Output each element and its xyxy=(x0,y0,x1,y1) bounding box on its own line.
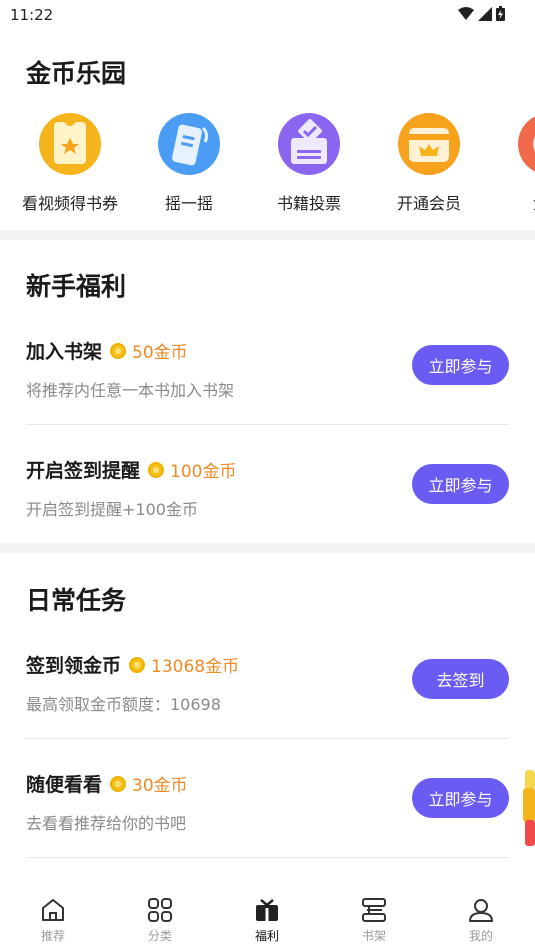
wifi-icon xyxy=(458,6,474,20)
feature-watch-video[interactable]: 看视频得书券 xyxy=(10,112,130,212)
section-divider xyxy=(0,230,535,240)
grid-icon xyxy=(148,898,172,922)
battery-icon xyxy=(496,6,505,21)
floating-reward-badge[interactable] xyxy=(523,770,535,848)
vip-card-icon xyxy=(397,112,461,176)
feature-row: 看视频得书券 摇一摇 书籍投票 开通会员 xyxy=(0,112,535,212)
page-title: 金币乐园 xyxy=(26,59,127,88)
tab-welfare[interactable]: 福利 xyxy=(237,896,297,944)
gift-icon xyxy=(256,899,278,921)
join-button[interactable]: 立即参与 xyxy=(412,464,509,504)
bookshelf-icon xyxy=(362,898,386,922)
home-icon xyxy=(42,899,64,921)
join-button[interactable]: 立即参与 xyxy=(412,345,509,385)
row-divider xyxy=(26,857,509,858)
task-reward: 100金币 xyxy=(170,462,237,482)
feature-vote[interactable]: 书籍投票 xyxy=(249,112,369,212)
coin-icon xyxy=(517,112,535,176)
user-icon xyxy=(469,899,493,922)
task-add-bookshelf: 加入书架 50金币 将推荐内任意一本书加入书架 立即参与 xyxy=(26,335,509,425)
row-divider xyxy=(26,424,509,425)
task-title-row: 随便看看 30金币 xyxy=(26,770,188,797)
task-checkin: 签到领金币 13068金币 最高领取金币额度：10698 去签到 xyxy=(26,649,509,739)
task-description: 最高领取金币额度：10698 xyxy=(26,695,221,714)
ticket-icon xyxy=(38,112,102,176)
task-signin-reminder: 开启签到提醒 100金币 开启签到提醒+100金币 立即参与 xyxy=(26,454,509,544)
task-description: 去看看推荐给你的书吧 xyxy=(26,814,187,833)
task-title: 随便看看 xyxy=(26,774,103,796)
feature-label: 书籍投票 xyxy=(276,194,341,212)
feature-vip[interactable]: 开通会员 xyxy=(369,112,489,212)
bottom-tab-bar: 推荐 分类 福利 书架 我的 xyxy=(0,884,535,951)
task-title-row: 加入书架 50金币 xyxy=(26,337,188,364)
tab-bookshelf[interactable]: 书架 xyxy=(344,896,404,944)
signal-icon xyxy=(478,6,492,21)
daily-section-title: 日常任务 xyxy=(26,586,127,615)
row-divider xyxy=(26,738,509,739)
feature-shake[interactable]: 摇一摇 xyxy=(129,112,249,212)
tab-label: 书架 xyxy=(361,929,386,943)
feature-label: 摇一摇 xyxy=(164,194,213,212)
task-reward: 13068金币 xyxy=(151,657,240,677)
task-title-row: 签到领金币 13068金币 xyxy=(26,651,239,678)
newbie-section-title: 新手福利 xyxy=(26,272,127,301)
feature-label: 看视频得书券 xyxy=(21,194,118,212)
gold-coin-icon xyxy=(110,342,127,359)
task-title: 加入书架 xyxy=(26,341,103,363)
task-title-row: 开启签到提醒 100金币 xyxy=(26,456,236,483)
status-icons xyxy=(458,6,505,21)
status-bar: 11:22 xyxy=(0,0,535,30)
tab-label: 推荐 xyxy=(40,929,65,943)
task-title: 开启签到提醒 xyxy=(26,460,141,482)
feature-coin[interactable]: 金币 xyxy=(489,112,535,212)
phone-shake-icon xyxy=(157,112,221,176)
task-reward: 50金币 xyxy=(132,343,188,363)
task-title: 签到领金币 xyxy=(26,655,122,677)
tab-label: 我的 xyxy=(468,929,493,943)
tab-label: 福利 xyxy=(254,929,279,943)
task-browse: 随便看看 30金币 去看看推荐给你的书吧 立即参与 xyxy=(26,768,509,858)
task-reward: 30金币 xyxy=(132,776,188,796)
vote-icon xyxy=(277,112,341,176)
task-description: 开启签到提醒+100金币 xyxy=(26,500,198,519)
join-button[interactable]: 立即参与 xyxy=(412,778,509,818)
tab-label: 分类 xyxy=(147,929,172,943)
tab-category[interactable]: 分类 xyxy=(130,896,190,944)
section-divider xyxy=(0,543,535,553)
feature-label: 金币 xyxy=(489,190,535,212)
status-time: 11:22 xyxy=(10,6,54,24)
tab-recommend[interactable]: 推荐 xyxy=(23,896,83,944)
tab-mine[interactable]: 我的 xyxy=(451,896,511,944)
gold-coin-icon xyxy=(110,775,127,792)
gold-coin-icon xyxy=(148,461,165,478)
task-description: 将推荐内任意一本书加入书架 xyxy=(26,381,235,400)
gold-coin-icon xyxy=(129,656,146,673)
feature-label: 开通会员 xyxy=(396,194,461,212)
checkin-button[interactable]: 去签到 xyxy=(412,659,509,699)
